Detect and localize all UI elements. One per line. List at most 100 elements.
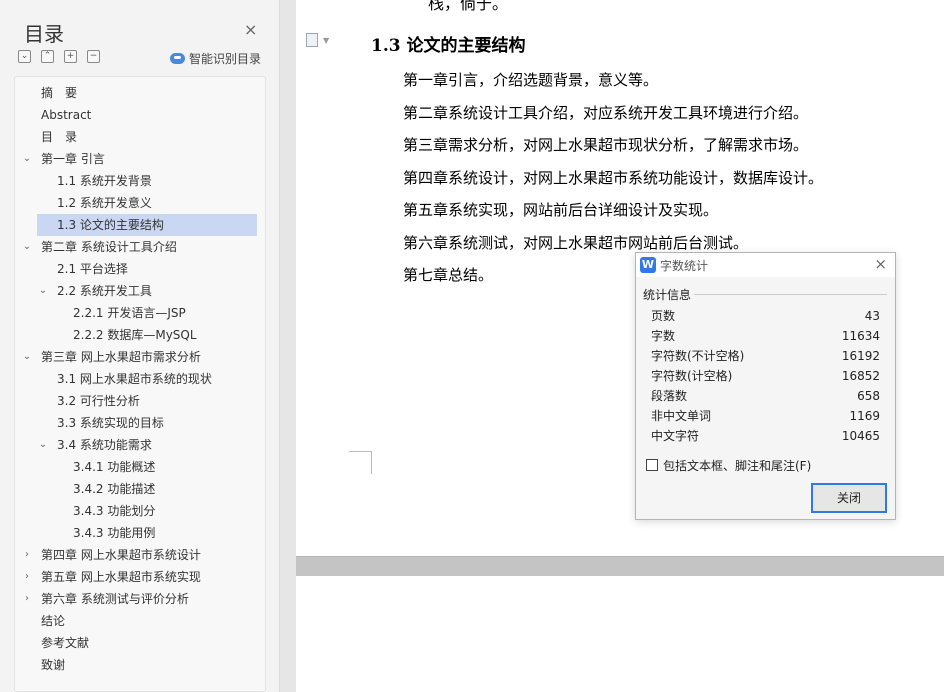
close-icon[interactable]: × <box>874 255 887 273</box>
stat-label: 页数 <box>651 309 676 323</box>
chevron-down-icon[interactable]: ⌄ <box>38 280 48 302</box>
body-paragraph: 第一章引言，介绍选题背景，意义等。 <box>403 71 659 89</box>
chevron-down-icon[interactable]: ⌄ <box>22 148 32 170</box>
stat-row: 中文字符 10465 <box>651 426 880 446</box>
toc-item[interactable]: 3.4.3 功能用例 <box>15 522 257 544</box>
include-textbox-label[interactable]: 包括文本框、脚注和尾注(F) <box>663 457 811 474</box>
expand-all-icon[interactable]: ⌃ <box>41 50 54 63</box>
toc-item[interactable]: › 第六章 系统测试与评价分析 <box>15 588 257 610</box>
word-count-dialog: W 字数统计 × 统计信息 页数 43 字数 11634 字符数(不计空格) 16192 字… <box>635 252 896 520</box>
toc-item-label: 1.2 系统开发意义 <box>57 196 152 210</box>
toc-item-label: 结论 <box>41 614 66 628</box>
chevron-right-icon[interactable]: › <box>22 588 32 610</box>
section-heading: 1.3 论文的主要结构 <box>371 36 526 56</box>
smart-toc-button[interactable]: 智能识别目录 <box>170 50 261 67</box>
toc-item-label: 第四章 网上水果超市系统设计 <box>41 548 201 562</box>
remove-heading-icon[interactable]: − <box>87 50 100 63</box>
stat-value: 43 <box>864 309 880 323</box>
body-paragraph: 第二章系统设计工具介绍，对应系统开发工具环境进行介绍。 <box>403 103 809 122</box>
toc-item[interactable]: 3.4.1 功能概述 <box>15 456 257 478</box>
dialog-titlebar: W 字数统计 × <box>636 253 895 277</box>
toc-item-label: 摘 要 <box>41 86 78 100</box>
chevron-down-icon[interactable]: ⌄ <box>38 434 48 456</box>
toc-item-label: 第六章 系统测试与评价分析 <box>41 592 189 606</box>
stat-row: 段落数 658 <box>651 386 880 406</box>
toc-list: 摘 要 Abstract 目 录 ⌄ 第一章 引言 1.1 系统开发背景 1.2 系统开发意… <box>14 76 266 692</box>
toc-item[interactable]: › 第五章 网上水果超市系统实现 <box>15 566 257 588</box>
add-heading-icon[interactable]: + <box>64 50 77 63</box>
toc-item-label: 3.3 系统实现的目标 <box>57 416 164 430</box>
toc-item[interactable]: ⌄ 第二章 系统设计工具介绍 <box>15 236 257 258</box>
toc-item[interactable]: 3.4.2 功能描述 <box>15 478 257 500</box>
toc-item-label: 2.2 系统开发工具 <box>57 284 152 298</box>
stat-row: 字符数(不计空格) 16192 <box>651 346 880 366</box>
toc-item-label: 3.2 可行性分析 <box>57 394 140 408</box>
toc-item-label: 1.3 论文的主要结构 <box>57 218 164 232</box>
toc-item[interactable]: 致谢 <box>15 654 257 676</box>
toc-item[interactable]: 3.1 网上水果超市系统的现状 <box>15 368 257 390</box>
dropdown-caret-icon[interactable]: ▼ <box>323 36 329 45</box>
toc-item-label: 3.4 系统功能需求 <box>57 438 152 452</box>
sidebar-title: 目录 <box>24 22 64 46</box>
wps-logo-icon: W <box>640 257 656 273</box>
chevron-right-icon[interactable]: › <box>22 544 32 566</box>
stat-label: 非中文单词 <box>651 409 712 423</box>
stat-value: 10465 <box>841 429 880 443</box>
stat-row: 页数 43 <box>651 306 880 326</box>
stat-label: 字符数(计空格) <box>651 369 733 383</box>
toc-item[interactable]: ⌄ 第一章 引言 <box>15 148 257 170</box>
toc-item[interactable]: 参考文献 <box>15 632 257 654</box>
chevron-down-icon[interactable]: ⌄ <box>22 236 32 258</box>
toc-item[interactable]: 2.2.1 开发语言—JSP <box>15 302 257 324</box>
toc-item-label: 第二章 系统设计工具介绍 <box>41 240 177 254</box>
toc-item[interactable]: 1.1 系统开发背景 <box>15 170 257 192</box>
body-paragraph: 第七章总结。 <box>403 266 494 284</box>
close-button[interactable]: 关闭 <box>811 483 887 513</box>
clipped-text: 栈，倘于。 <box>428 0 509 13</box>
toc-item-label: 2.2.1 开发语言—JSP <box>73 306 186 320</box>
dialog-title: 字数统计 <box>660 259 709 273</box>
toc-item[interactable]: 目 录 <box>15 126 257 148</box>
toc-item[interactable]: 摘 要 <box>15 82 257 104</box>
toc-item-label: 2.2.2 数据库—MySQL <box>73 328 197 342</box>
toc-item[interactable]: 结论 <box>15 610 257 632</box>
toc-item[interactable]: ⌄ 2.2 系统开发工具 <box>15 280 257 302</box>
smart-toc-label: 智能识别目录 <box>189 52 262 66</box>
include-textbox-checkbox[interactable] <box>646 459 658 471</box>
page-corner-mark <box>349 451 372 474</box>
divider <box>694 294 887 295</box>
toc-item[interactable]: 1.2 系统开发意义 <box>15 192 257 214</box>
paragraph-icon[interactable] <box>306 33 318 47</box>
stat-value: 16852 <box>841 369 880 383</box>
stat-value: 658 <box>857 389 880 403</box>
toc-item[interactable]: 3.2 可行性分析 <box>15 390 257 412</box>
chevron-right-icon[interactable]: › <box>22 566 32 588</box>
collapse-all-icon[interactable]: ⌄ <box>18 50 31 63</box>
toc-item[interactable]: 2.1 平台选择 <box>15 258 257 280</box>
toc-item[interactable]: › 第四章 网上水果超市系统设计 <box>15 544 257 566</box>
toc-item-label: 3.4.2 功能描述 <box>73 482 156 496</box>
stat-label: 字符数(不计空格) <box>651 349 745 363</box>
ai-icon <box>170 53 185 64</box>
chevron-down-icon[interactable]: ⌄ <box>22 346 32 368</box>
toc-item[interactable]: 2.2.2 数据库—MySQL <box>15 324 257 346</box>
body-paragraph: 第四章系统设计，对网上水果超市系统功能设计，数据库设计。 <box>403 168 824 187</box>
stat-value: 11634 <box>841 329 880 343</box>
toc-item[interactable]: 1.3 论文的主要结构 <box>37 214 257 236</box>
next-page <box>296 576 944 692</box>
toc-item-label: 第三章 网上水果超市需求分析 <box>41 350 201 364</box>
close-icon[interactable]: × <box>244 20 257 39</box>
toc-item[interactable]: Abstract <box>15 104 257 126</box>
toc-toolbar: ⌄ ⌃ + − <box>18 50 100 66</box>
toc-sidebar: 目录 × ⌄ ⌃ + − 智能识别目录 摘 要 Abstract 目 录 ⌄ 第一章 引… <box>0 0 280 692</box>
body-paragraph: 第六章系统测试，对网上水果超市网站前后台测试。 <box>403 233 749 252</box>
stat-row: 字符数(计空格) 16852 <box>651 366 880 386</box>
toc-item[interactable]: 3.3 系统实现的目标 <box>15 412 257 434</box>
toc-item-label: 3.4.1 功能概述 <box>73 460 156 474</box>
toc-item-label: 致谢 <box>41 658 66 672</box>
toc-item[interactable]: ⌄ 第三章 网上水果超市需求分析 <box>15 346 257 368</box>
toc-item[interactable]: 3.4.3 功能划分 <box>15 500 257 522</box>
body-paragraph: 第五章系统实现，网站前后台详细设计及实现。 <box>403 201 719 219</box>
toc-item[interactable]: ⌄ 3.4 系统功能需求 <box>15 434 257 456</box>
stat-value: 1169 <box>849 409 880 423</box>
